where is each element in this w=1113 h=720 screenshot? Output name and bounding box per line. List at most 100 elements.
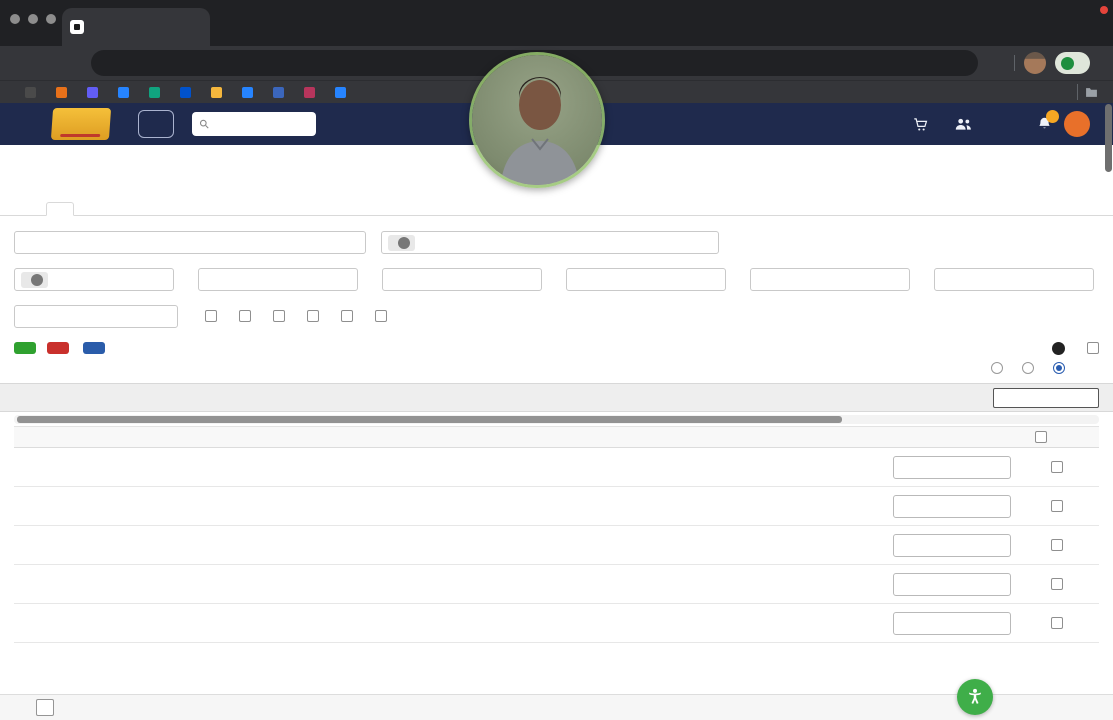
- bookmark-item[interactable]: [180, 86, 196, 98]
- browser-tab[interactable]: [62, 8, 210, 46]
- low-stock-checkbox[interactable]: [307, 310, 319, 322]
- update-icon: [1061, 56, 1074, 70]
- table-row: [14, 604, 1099, 643]
- non-stock-items-checkbox[interactable]: [375, 310, 387, 322]
- product-group-input[interactable]: [14, 268, 174, 291]
- tab-allocations[interactable]: [20, 203, 46, 215]
- new-chrome-button[interactable]: [1055, 52, 1090, 74]
- exclude-floor-checkbox[interactable]: [1087, 342, 1099, 354]
- ohao-radio[interactable]: [1053, 362, 1065, 374]
- filters-panel: [0, 216, 1113, 374]
- bell-icon[interactable]: [1037, 110, 1059, 132]
- oho-radio[interactable]: [991, 362, 1003, 374]
- bookmarks-divider: [1077, 84, 1078, 100]
- window-controls[interactable]: [10, 14, 56, 24]
- sales-location-tag: [388, 234, 415, 251]
- tab-stock-levels[interactable]: [46, 202, 74, 216]
- bookmark-item[interactable]: [211, 86, 227, 98]
- bookmark-favicon-icon: [211, 86, 222, 98]
- row-checkbox[interactable]: [1051, 578, 1063, 590]
- location-field: [14, 228, 366, 254]
- row-checkbox[interactable]: [1051, 461, 1063, 473]
- bookmark-favicon-icon: [273, 86, 284, 98]
- vendor-input[interactable]: [750, 268, 910, 291]
- location-select[interactable]: [14, 231, 366, 254]
- toolbar-divider: [1014, 55, 1015, 71]
- webcam-overlay[interactable]: [469, 52, 605, 188]
- brand-field: [198, 265, 358, 291]
- add-to-purchase-order-button[interactable]: [83, 342, 105, 354]
- stockable-checkbox[interactable]: [239, 310, 251, 322]
- row-checkbox[interactable]: [1051, 617, 1063, 629]
- menu-hamburger-button[interactable]: [138, 110, 174, 138]
- bookmark-favicon-icon: [335, 86, 346, 98]
- type-input[interactable]: [566, 268, 726, 291]
- remove-tag-icon[interactable]: [31, 273, 43, 286]
- row-checkbox[interactable]: [1051, 500, 1063, 512]
- category-field: [382, 265, 542, 291]
- page-tabs: [0, 189, 1113, 216]
- app-search-input[interactable]: [214, 118, 309, 130]
- users-icon[interactable]: [955, 117, 972, 131]
- bookmark-item[interactable]: [149, 86, 165, 98]
- search-icon: [199, 119, 209, 129]
- remove-tag-icon[interactable]: [398, 236, 410, 249]
- category-input[interactable]: [382, 268, 542, 291]
- clear-filters-button[interactable]: [47, 342, 69, 354]
- sales-location-input[interactable]: [381, 231, 719, 254]
- serialized-checkbox[interactable]: [205, 310, 217, 322]
- table-row: [14, 526, 1099, 565]
- horizontal-scrollbar[interactable]: [14, 415, 1099, 424]
- bookmark-favicon-icon: [242, 86, 253, 98]
- info-icon[interactable]: [1052, 342, 1065, 355]
- pagination-bar: [0, 694, 1113, 720]
- sales-location-field: [381, 228, 719, 254]
- accessibility-widget[interactable]: [957, 679, 993, 715]
- qty-input[interactable]: [893, 494, 1011, 518]
- qty-input[interactable]: [893, 611, 1011, 635]
- bookmark-item[interactable]: [118, 86, 134, 98]
- burts-logo[interactable]: [50, 108, 112, 140]
- order-requirements-table: [14, 426, 1099, 643]
- bookmark-item[interactable]: [25, 86, 41, 98]
- screen: [0, 0, 1113, 720]
- tags-input[interactable]: [14, 305, 178, 328]
- qty-input[interactable]: [893, 572, 1011, 596]
- bookmark-item[interactable]: [273, 86, 289, 98]
- model-search-input[interactable]: [993, 387, 1099, 408]
- scrollbar-thumb[interactable]: [17, 416, 842, 423]
- all-bookmarks-button[interactable]: [1085, 87, 1103, 98]
- bookmark-favicon-icon: [56, 86, 67, 98]
- row-checkbox[interactable]: [1051, 539, 1063, 551]
- filter-checkboxes: [200, 310, 387, 328]
- oha-radio[interactable]: [1022, 362, 1034, 374]
- product-group-field: [14, 265, 174, 291]
- page-button[interactable]: [36, 699, 54, 716]
- part-checkbox[interactable]: [341, 310, 353, 322]
- summary-bar: [0, 383, 1113, 412]
- buyer-field: [934, 265, 1094, 291]
- bookmark-favicon-icon: [118, 86, 129, 98]
- app-search-box[interactable]: [192, 112, 316, 136]
- net-available-method: [986, 342, 1065, 374]
- profile-avatar[interactable]: [1024, 52, 1046, 74]
- show-models-button[interactable]: [14, 342, 36, 354]
- user-avatar[interactable]: [1064, 111, 1090, 137]
- bookmark-item[interactable]: [87, 86, 103, 98]
- vendor-field: [750, 265, 910, 291]
- bookmark-item[interactable]: [304, 86, 320, 98]
- tags-field: [14, 302, 178, 328]
- brand-input[interactable]: [198, 268, 358, 291]
- buyer-input[interactable]: [934, 268, 1094, 291]
- qty-input[interactable]: [893, 455, 1011, 479]
- vertical-scrollbar-thumb[interactable]: [1105, 104, 1112, 172]
- select-all-checkbox[interactable]: [1035, 431, 1047, 443]
- table-header: [14, 426, 1099, 448]
- bookmark-item[interactable]: [56, 86, 72, 98]
- mins-only-checkbox[interactable]: [273, 310, 285, 322]
- bookmark-item[interactable]: [335, 86, 351, 98]
- qty-input[interactable]: [893, 533, 1011, 557]
- cart-icon[interactable]: [912, 117, 929, 132]
- bookmark-item[interactable]: [242, 86, 258, 98]
- recording-indicator: [1100, 6, 1108, 14]
